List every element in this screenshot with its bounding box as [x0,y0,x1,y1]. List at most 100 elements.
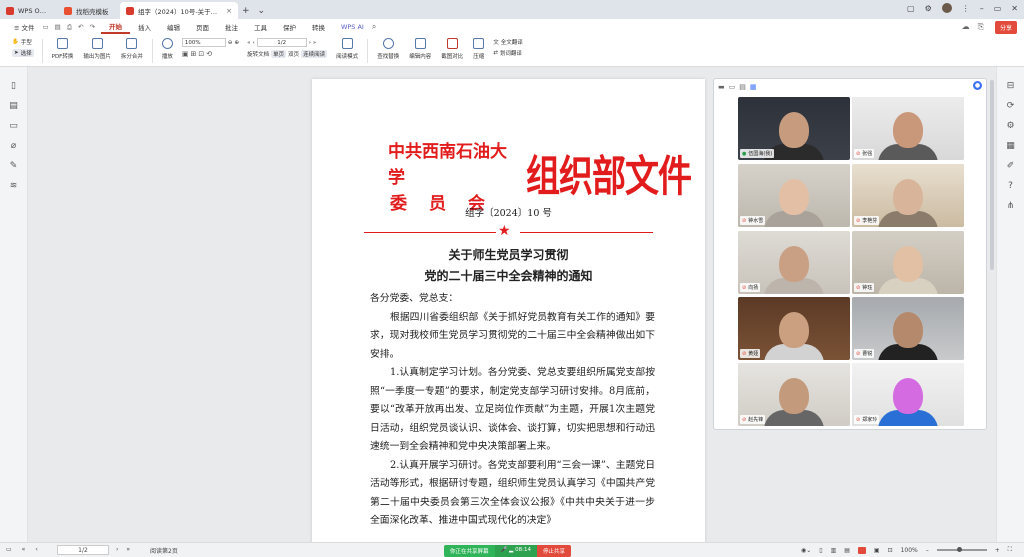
pen-icon[interactable]: ✐ [1007,161,1015,171]
prev-page-icon[interactable]: ‹ [252,40,254,46]
read-mode-button[interactable]: 阅读模式 [331,35,363,60]
settings-icon[interactable]: ⚙ [925,4,932,13]
attachment-icon[interactable]: ⌀ [11,141,16,151]
sync-icon[interactable]: ⟳ [1007,101,1015,111]
more-icon[interactable]: ⋮ [962,4,970,13]
edit-content-button[interactable]: 编辑内容 [404,35,436,60]
fullscreen-icon[interactable]: ⊡ [888,547,893,554]
word-translate-button[interactable]: ⇄ 划词翻译 [493,49,523,57]
fit-width-icon[interactable]: ⊞ [191,50,197,58]
single-page-button[interactable]: 单页 [271,50,287,58]
share-button[interactable]: 分享 [994,21,1017,34]
participant-tile[interactable]: ● 伍国海(我) [738,97,850,160]
export-image-button[interactable]: 输出为图片 [78,35,116,60]
panel-badge-icon[interactable]: ● [973,81,982,90]
zoom-in-icon[interactable]: + [995,547,1000,554]
menu-item-insert[interactable]: 插入 [130,22,159,32]
play-button[interactable]: 播放 [157,35,178,60]
record-icon[interactable] [857,546,866,554]
participant-tile[interactable]: ⊘ 钟水雪 [738,164,850,227]
zoom-select[interactable]: 100% [181,38,226,47]
participant-tile[interactable]: ⊘ 黄娅 [738,297,850,360]
screenshot-compare-button[interactable]: 截图对比 [436,35,468,60]
zoom-out-icon[interactable]: ⊖ [228,40,233,46]
participant-tile[interactable]: ⊘ 钟珏 [852,231,964,294]
tab-wps-office[interactable]: WPS Office [0,2,58,19]
print-icon[interactable]: ⎙ [67,23,72,32]
zoom-in-icon[interactable]: ⊕ [235,40,240,46]
rotate-doc-button[interactable]: 旋转文档 [247,50,269,58]
fit-icon[interactable]: ▣ [874,547,880,554]
share-side-icon[interactable]: ⋔ [1007,201,1015,211]
prev-page-icon[interactable]: ‹ [35,546,37,553]
first-page-icon[interactable]: « [22,546,26,553]
tab-template[interactable]: 找稻壳模板 [58,2,120,19]
page-scrollbar[interactable] [990,80,994,270]
compress-button[interactable]: 压缩 [468,35,489,60]
ai-icon[interactable]: ⚙ [1006,121,1014,131]
user-avatar[interactable] [941,3,952,13]
layers-icon[interactable]: ≋ [10,181,18,191]
participant-tile[interactable]: ⊘ 李艳芬 [852,164,964,227]
minimize-icon[interactable]: – [980,4,984,13]
actual-size-icon[interactable]: ⊡ [198,50,204,58]
menu-item-convert[interactable]: 转换 [304,22,333,32]
participant-tile[interactable]: ⊘ 郑家玲 [852,363,964,426]
comment-icon[interactable]: ▭ [9,121,18,131]
last-page-icon[interactable]: » [126,546,130,553]
split-merge-button[interactable]: 拆分合并 [116,35,148,60]
stop-share-button[interactable]: 停止共享 [536,545,571,557]
menu-item-edit[interactable]: 编辑 [159,22,188,32]
zoom-out-icon[interactable]: – [926,547,929,554]
first-page-icon[interactable]: « [247,40,250,46]
eye-icon[interactable]: ◉⌄ [801,547,811,554]
next-page-icon[interactable]: › [309,40,311,46]
hand-tool-button[interactable]: ✋ 手型 [12,38,34,46]
save-icon[interactable]: ▤ [55,23,61,32]
list-view-icon[interactable]: ▭ [729,83,736,91]
double-page-button[interactable]: 双页 [288,50,299,58]
continuous-read-button[interactable]: 连续阅读 [301,50,328,58]
fit-window-icon[interactable]: ⛶ [1008,546,1012,554]
select-tool-button[interactable]: ➤ 选择 [12,49,34,57]
next-page-icon[interactable]: › [116,546,118,553]
gallery-icon[interactable]: ▦ [1006,141,1015,151]
double-view-icon[interactable]: ▥ [831,547,837,554]
menu-item-home[interactable]: 开始 [100,21,130,34]
menu-item-tools[interactable]: 工具 [246,22,275,32]
menu-item-protect[interactable]: 保护 [275,22,304,32]
grid-view-icon[interactable]: ▦ [750,83,757,91]
open-icon[interactable]: ▭ [43,23,49,32]
rotate-left-icon[interactable]: ⟲ [206,50,212,58]
single-view-icon[interactable]: ▯ [819,547,822,554]
sidebar-toggle-icon[interactable]: ▭ [6,546,12,553]
layout-icon[interactable]: ▢ [907,4,915,13]
continuous-view-icon[interactable]: ▤ [844,547,850,554]
status-zoom[interactable]: 100% [901,547,918,554]
full-translate-button[interactable]: 文全文翻译 [493,38,523,46]
file-menu[interactable]: ≡ 文件 [6,22,43,32]
menu-item-comment[interactable]: 批注 [217,22,246,32]
menu-item-page[interactable]: 页面 [188,22,217,32]
last-page-icon[interactable]: » [313,40,316,46]
help-icon[interactable]: ? [1008,181,1013,191]
signature-icon[interactable]: ✎ [10,161,18,171]
page-input[interactable]: 1/2 [256,38,307,47]
participant-tile[interactable]: ⊘ 张强 [852,97,964,160]
participant-tile[interactable]: ⊘ 向扬 [738,231,850,294]
thumbnail-icon[interactable]: ▤ [9,101,18,111]
pdf-convert-button[interactable]: PDF转换 [47,35,79,60]
cloud-icon[interactable]: ☁ [962,22,970,32]
minimize-panel-icon[interactable]: ▬ [718,83,725,91]
find-replace-button[interactable]: 查找替换 [372,35,404,60]
undo-icon[interactable]: ↶ [78,23,83,32]
new-tab-button[interactable]: + [238,6,254,19]
fit-page-icon[interactable]: ▣ [182,50,189,58]
document-page[interactable]: 中共西南石油大学 委员会 组织部文件 组字〔2024〕10 号 ★ 关于师生党员… [312,79,705,549]
collaborate-icon[interactable]: ⎘ [978,22,984,32]
close-window-icon[interactable]: ✕ [1011,4,1018,13]
participant-tile[interactable]: ⊘ 赵先锋 [738,363,850,426]
tab-dropdown-icon[interactable]: ⌄ [254,6,270,19]
properties-icon[interactable]: ⊟ [1007,81,1015,91]
wps-ai-button[interactable]: WPS AI [333,23,372,31]
